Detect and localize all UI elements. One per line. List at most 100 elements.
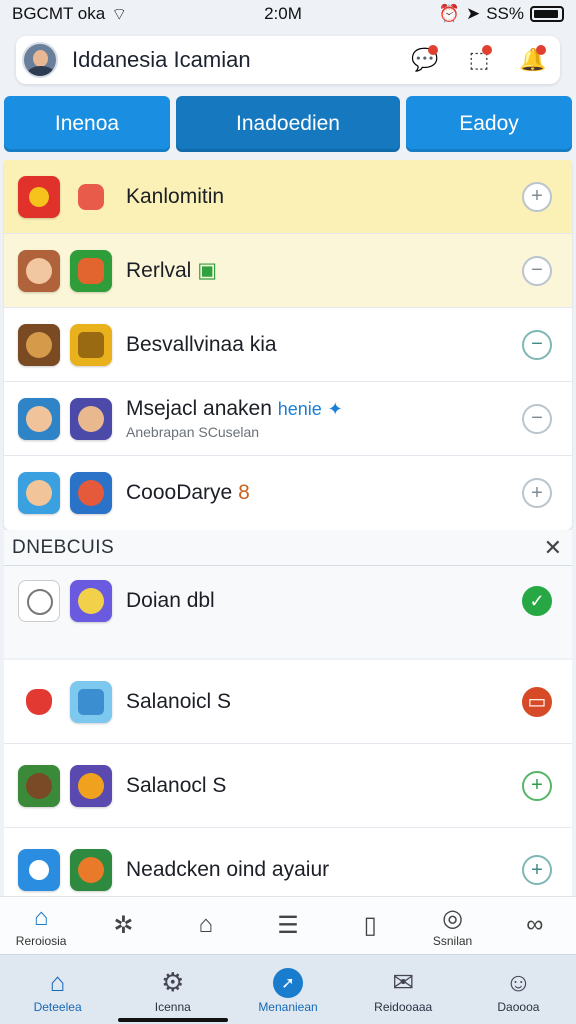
- chat-icon[interactable]: 💬: [410, 45, 440, 75]
- list-item-accent: henie: [277, 399, 322, 419]
- tag-icon: ▣: [197, 259, 218, 282]
- character-icon: [70, 397, 112, 440]
- tab-inadoedien[interactable]: Inadoedien: [175, 96, 401, 152]
- list-item-title: Salanocl S: [126, 773, 227, 797]
- list-item[interactable]: CoooDarye 8 +: [4, 456, 572, 530]
- character-icon: [18, 249, 60, 292]
- add-button[interactable]: +: [522, 770, 552, 801]
- list-item-text: Rerlval ▣: [126, 258, 522, 283]
- toolbar-label: Reroiosia: [15, 933, 67, 948]
- list-item-text: Doian dbl: [126, 589, 522, 613]
- check-icon[interactable]: ✓: [522, 586, 552, 616]
- close-icon[interactable]: ✕: [544, 535, 562, 561]
- nav-inbox[interactable]: ✉ Reidooaaa: [346, 955, 461, 1024]
- character-icon: [70, 472, 112, 514]
- character-icon: [18, 472, 60, 514]
- remove-button[interactable]: −: [522, 403, 552, 434]
- list-item[interactable]: Rerlval ▣ −: [4, 234, 572, 308]
- tab-inenoa[interactable]: Inenoa: [4, 96, 170, 152]
- toolbar-clipboard[interactable]: ▯: [329, 897, 411, 954]
- header-card: Iddanesia Icamian 💬 ⬚ 🔔: [16, 36, 560, 84]
- suggestions-section: DNEBCUIS ✕ Doian dbl ✓: [4, 530, 572, 658]
- list-item[interactable]: Kanlomitin +: [4, 160, 572, 234]
- list-item-text: Kanlomitin: [126, 185, 522, 209]
- notification-icon[interactable]: 🔔: [518, 45, 548, 75]
- toolbar-home[interactable]: ⌂ Reroiosia: [0, 897, 82, 954]
- toolbar-puzzle[interactable]: ✲: [82, 897, 164, 954]
- nav-label: Icenna: [154, 999, 191, 1014]
- pen-icon: [70, 680, 112, 723]
- list-item[interactable]: Salanocl S +: [4, 744, 572, 828]
- list-item[interactable]: Salanoicl S ▭: [4, 660, 572, 744]
- nav-profile[interactable]: ☺ Daoooa: [461, 955, 576, 1024]
- nav-label: Daoooa: [497, 999, 540, 1014]
- carrier-label: BGCMT oka: [12, 4, 106, 23]
- add-button[interactable]: +: [522, 478, 552, 508]
- header-actions: 💬 ⬚ 🔔: [410, 45, 548, 75]
- remove-button[interactable]: −: [522, 255, 552, 286]
- list-item-title: CoooDarye: [126, 481, 233, 504]
- nav-explore[interactable]: ➚ Menaniean: [230, 955, 345, 1024]
- home-icon: ⌂: [33, 903, 49, 931]
- list-item-title: Besvallvinaa kia: [126, 332, 277, 356]
- list-item-title: Rerlval: [126, 259, 192, 282]
- toolbar-bookmark[interactable]: ⌂: [165, 897, 247, 954]
- add-button[interactable]: +: [522, 181, 552, 212]
- status-right: ⏰ ➤ SS%: [439, 4, 564, 24]
- alarm-icon: ⏰: [438, 4, 460, 23]
- list-item-text: Salanoicl S: [126, 690, 522, 714]
- list-item-title: Salanoicl S: [126, 689, 232, 713]
- sparkle-icon: ✦: [327, 399, 343, 419]
- app-list: Kanlomitin + Rerlval ▣ − Besvallvinaa ki…: [4, 160, 572, 530]
- page-title: Iddanesia Icamian: [72, 47, 251, 72]
- list-item-text: Salanocl S: [126, 774, 522, 798]
- bottom-nav: ⌂ Deteelea ⚙ Icenna ➚ Menaniean ✉ Reidoo…: [0, 954, 576, 1024]
- nav-label: Deteelea: [33, 999, 82, 1014]
- creature-icon: [70, 849, 112, 891]
- clipboard-icon: ▯: [363, 911, 377, 939]
- list-item-title: Msejacl anaken: [126, 397, 272, 420]
- list-item-text: CoooDarye 8: [126, 481, 522, 505]
- list-item[interactable]: Besvallvinaa kia −: [4, 308, 572, 382]
- creature-icon: [18, 764, 60, 807]
- stop-button[interactable]: ▭: [522, 686, 552, 717]
- share-icon[interactable]: ⬚: [464, 45, 494, 75]
- tab-eadoy[interactable]: Eadoy: [406, 96, 572, 152]
- nav-settings[interactable]: ⚙ Icenna: [115, 955, 230, 1024]
- dial-icon: ◎: [442, 904, 464, 932]
- list-item-text: Besvallvinaa kia: [126, 333, 522, 357]
- pencil-icon: [70, 323, 112, 366]
- location-icon: ➤: [465, 4, 481, 23]
- robot-icon: [18, 580, 60, 622]
- avatar[interactable]: [22, 42, 58, 78]
- game-icon: [70, 249, 112, 292]
- toolbar: ⌂ Reroiosia ✲ ⌂ ☰ ▯ ◎ Ssnilan ∞: [0, 896, 576, 954]
- wifi-icon: ⌔: [111, 4, 128, 24]
- nav-label: Menaniean: [258, 999, 318, 1014]
- home-icon: ⌂: [49, 967, 66, 997]
- status-left: BGCMT oka ⌔: [12, 4, 127, 25]
- nav-label: Reidooaaa: [374, 999, 433, 1014]
- section-header: DNEBCUIS ✕: [4, 530, 572, 566]
- battery-label: SS%: [486, 4, 524, 23]
- battery-icon: [530, 6, 564, 22]
- dragon-icon: [70, 175, 112, 218]
- add-button[interactable]: +: [522, 855, 552, 885]
- record-icon: [18, 175, 60, 218]
- toolbar-link[interactable]: ∞: [494, 897, 576, 954]
- search-icon: [18, 849, 60, 891]
- bookmark-icon: ⌂: [198, 910, 213, 938]
- toolbar-dial[interactable]: ◎ Ssnilan: [411, 897, 493, 954]
- list-item-text: Msejacl anaken henie ✦ Anebrapan SCusela…: [126, 397, 522, 440]
- toolbar-list[interactable]: ☰: [247, 897, 329, 954]
- list-item[interactable]: Doian dbl ✓: [4, 566, 572, 636]
- list-item-title: Kanlomitin: [126, 184, 225, 208]
- remove-button[interactable]: −: [522, 329, 552, 360]
- list-item[interactable]: Msejacl anaken henie ✦ Anebrapan SCusela…: [4, 382, 572, 456]
- compass-icon: ➚: [273, 967, 303, 998]
- nav-home[interactable]: ⌂ Deteelea: [0, 955, 115, 1024]
- list-item-title: Neadcken oind ayaiur: [126, 858, 330, 881]
- character-icon: [18, 397, 60, 440]
- toolbar-label: Ssnilan: [432, 933, 473, 948]
- owl-icon: [18, 323, 60, 366]
